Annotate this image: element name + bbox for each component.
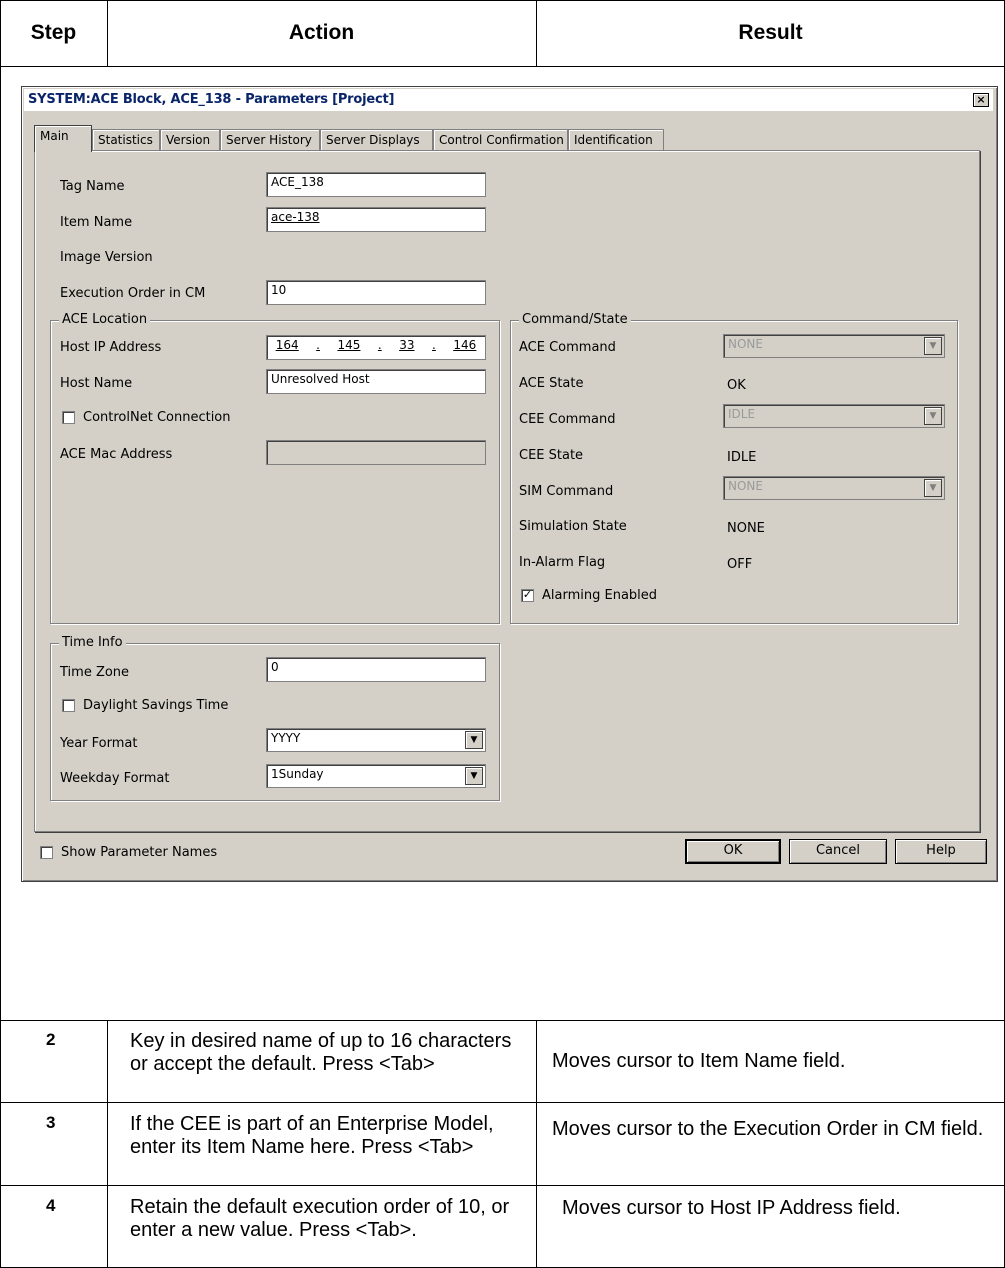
tab-server-displays[interactable]: Server Displays [320, 129, 433, 151]
close-icon[interactable]: × [973, 93, 989, 107]
ace-location-group: ACE Location [50, 312, 500, 624]
year-format-select[interactable]: YYYY ▼ [266, 728, 486, 752]
cee-state-value: IDLE [727, 450, 757, 465]
sim-command-select: NONE ▼ [723, 476, 945, 500]
ace-command-label: ACE Command [519, 340, 616, 355]
alarming-enabled-label: Alarming Enabled [542, 588, 658, 603]
time-zone-label: Time Zone [60, 665, 130, 680]
show-parameter-names-label: Show Parameter Names [61, 845, 218, 860]
in-alarm-value: OFF [727, 557, 753, 572]
parameters-dialog: SYSTEM:ACE Block, ACE_138 - Parameters [… [21, 86, 998, 882]
step-number: 2 [46, 1030, 56, 1049]
host-ip-label: Host IP Address [60, 340, 162, 355]
tab-identification[interactable]: Identification [568, 129, 664, 151]
ip-octet: 145 [337, 338, 361, 352]
tab-main[interactable]: Main [34, 125, 92, 152]
step-result: Moves cursor to Item Name field. [552, 1050, 846, 1072]
controlnet-label: ControlNet Connection [83, 410, 231, 425]
in-alarm-label: In-Alarm Flag [519, 555, 606, 570]
host-name-field[interactable]: Unresolved Host [266, 369, 486, 394]
daylight-savings-checkbox[interactable] [62, 699, 75, 712]
step-result: Moves cursor to Host IP Address field. [562, 1197, 901, 1219]
help-button[interactable]: Help [895, 839, 987, 864]
step-action: Retain the default execution order of 10… [130, 1196, 510, 1241]
year-format-value: YYYY [271, 731, 301, 745]
dialog-titlebar: SYSTEM:ACE Block, ACE_138 - Parameters [… [24, 89, 993, 111]
simulation-state-value: NONE [727, 521, 765, 536]
ip-octet: 164 [275, 338, 299, 352]
step-number: 4 [46, 1196, 56, 1215]
cee-command-label: CEE Command [519, 412, 616, 427]
chevron-down-icon[interactable]: ▼ [465, 731, 483, 749]
execution-order-label: Execution Order in CM [60, 286, 206, 301]
cancel-button[interactable]: Cancel [789, 839, 887, 864]
chevron-down-icon: ▼ [924, 407, 942, 425]
time-zone-field[interactable]: 0 [266, 657, 486, 682]
dialog-title: SYSTEM:ACE Block, ACE_138 - Parameters [… [28, 92, 395, 107]
ip-separator: . [432, 338, 436, 352]
cee-command-select: IDLE ▼ [723, 404, 945, 428]
ace-command-select: NONE ▼ [723, 334, 945, 358]
chevron-down-icon: ▼ [924, 337, 942, 355]
tag-name-label: Tag Name [60, 179, 125, 194]
host-ip-field[interactable]: 164 . 145 . 33 . 146 [266, 335, 486, 360]
ip-octet: 33 [399, 338, 415, 352]
ace-command-value: NONE [728, 337, 763, 351]
ok-button[interactable]: OK [685, 839, 781, 864]
header-step: Step [30, 21, 77, 44]
sim-command-label: SIM Command [519, 484, 614, 499]
ip-octet: 146 [453, 338, 477, 352]
daylight-savings-label: Daylight Savings Time [83, 698, 229, 713]
simulation-state-label: Simulation State [519, 519, 627, 534]
tag-name-field[interactable]: ACE_138 [266, 172, 486, 197]
sim-command-value: NONE [728, 479, 763, 493]
mac-address-label: ACE Mac Address [60, 447, 173, 462]
ip-separator: . [377, 338, 382, 352]
step-action: Key in desired name of up to 16 characte… [130, 1030, 512, 1075]
step-action: If the CEE is part of an Enterprise Mode… [130, 1113, 494, 1158]
command-state-group: Command/State [510, 312, 958, 624]
step-result: Moves cursor to the Execution Order in C… [552, 1118, 984, 1140]
ip-separator: . [316, 338, 320, 352]
time-info-title: Time Info [59, 635, 126, 650]
ace-state-value: OK [727, 378, 746, 393]
ace-state-label: ACE State [519, 376, 584, 391]
cee-command-value: IDLE [728, 407, 756, 421]
item-name-label: Item Name [60, 215, 133, 230]
header-action: Action [288, 21, 355, 44]
weekday-format-value: 1Sunday [271, 767, 324, 781]
header-result: Result [738, 21, 803, 44]
step-number: 3 [46, 1113, 56, 1132]
weekday-format-label: Weekday Format [60, 771, 170, 786]
chevron-down-icon[interactable]: ▼ [465, 767, 483, 785]
year-format-label: Year Format [60, 736, 138, 751]
controlnet-checkbox[interactable] [62, 411, 75, 424]
weekday-format-select[interactable]: 1Sunday ▼ [266, 764, 486, 788]
mac-address-field [266, 440, 486, 465]
tab-version[interactable]: Version [160, 129, 220, 151]
chevron-down-icon: ▼ [924, 479, 942, 497]
alarming-enabled-checkbox[interactable]: ✓ [521, 589, 534, 602]
image-version-label: Image Version [60, 250, 153, 265]
tab-control-confirmation[interactable]: Control Confirmation [433, 129, 568, 151]
item-name-field[interactable]: ace-138 [266, 207, 486, 232]
tab-server-history[interactable]: Server History [220, 129, 320, 151]
cee-state-label: CEE State [519, 448, 584, 463]
ace-location-title: ACE Location [59, 312, 151, 327]
show-parameter-names-checkbox[interactable] [40, 846, 53, 859]
execution-order-field[interactable]: 10 [266, 280, 486, 305]
host-name-label: Host Name [60, 376, 133, 391]
command-state-title: Command/State [519, 312, 631, 327]
tab-statistics[interactable]: Statistics [92, 129, 160, 151]
